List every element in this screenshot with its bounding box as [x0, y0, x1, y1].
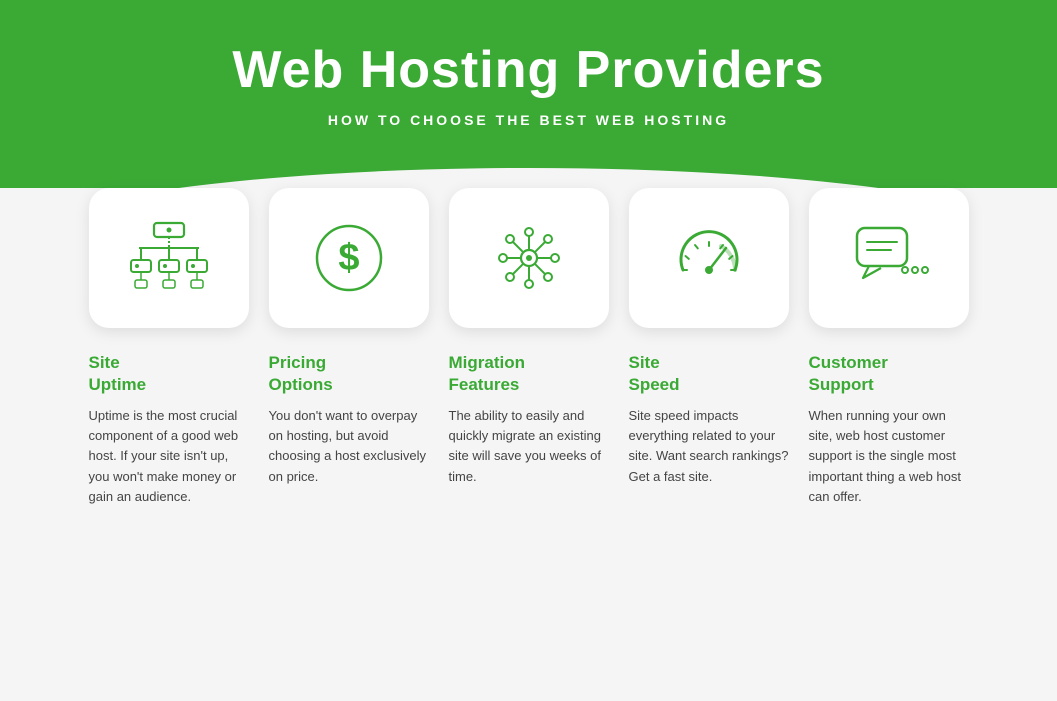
main-title: Web Hosting Providers	[20, 40, 1037, 100]
dollar-icon: $	[309, 218, 389, 298]
card-title-support: CustomerSupport	[809, 352, 969, 396]
card-text-support: When running your own site, web host cus…	[809, 406, 969, 507]
icons-row: $	[30, 188, 1027, 328]
card-title-pricing: PricingOptions	[269, 352, 429, 396]
info-card-pricing: PricingOptions You don't want to overpay…	[269, 352, 429, 507]
svg-text:$: $	[338, 237, 359, 279]
card-text-speed: Site speed impacts everything related to…	[629, 406, 789, 487]
card-title-migration: MigrationFeatures	[449, 352, 609, 396]
icon-box-site-uptime	[89, 188, 249, 328]
speedometer-icon	[669, 218, 749, 298]
card-text-pricing: You don't want to overpay on hosting, bu…	[269, 406, 429, 487]
page-wrapper: Web Hosting Providers HOW TO CHOOSE THE …	[0, 0, 1057, 701]
server-network-icon	[129, 218, 209, 298]
card-text-migration: The ability to easily and quickly migrat…	[449, 406, 609, 487]
subtitle: HOW TO CHOOSE THE BEST WEB HOSTING	[20, 112, 1037, 128]
icon-box-speed	[629, 188, 789, 328]
info-card-site-uptime: SiteUptime Uptime is the most crucial co…	[89, 352, 249, 507]
icon-box-support	[809, 188, 969, 328]
info-card-speed: SiteSpeed Site speed impacts everything …	[629, 352, 789, 507]
card-title-site-uptime: SiteUptime	[89, 352, 249, 396]
card-text-site-uptime: Uptime is the most crucial component of …	[89, 406, 249, 507]
card-title-speed: SiteSpeed	[629, 352, 789, 396]
icon-box-pricing: $	[269, 188, 429, 328]
icon-box-migration	[449, 188, 609, 328]
info-row: SiteUptime Uptime is the most crucial co…	[30, 352, 1027, 507]
info-card-support: CustomerSupport When running your own si…	[809, 352, 969, 507]
info-card-migration: MigrationFeatures The ability to easily …	[449, 352, 609, 507]
chat-icon	[849, 218, 929, 298]
migration-icon	[489, 218, 569, 298]
cards-section: $	[0, 188, 1057, 547]
